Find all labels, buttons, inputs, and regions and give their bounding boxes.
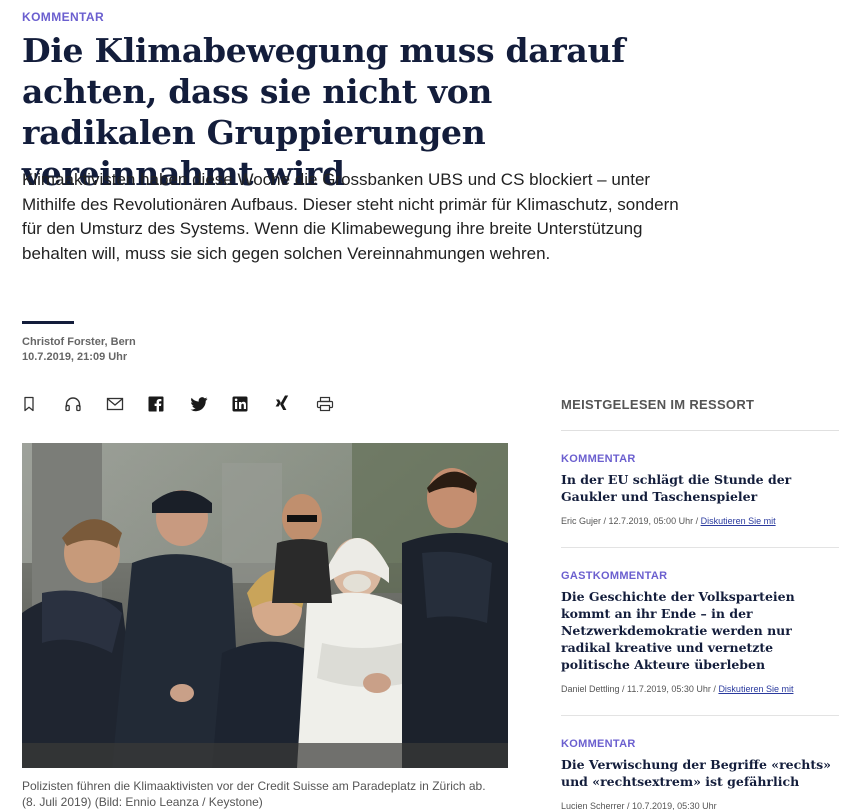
item-title-link[interactable]: Die Verwischung der Begriffe «rechts» un… (561, 756, 839, 790)
mail-icon[interactable] (106, 393, 148, 415)
item-byline: Lucien Scherrer / 10.7.2019, 05:30 Uhr (561, 801, 717, 810)
item-kicker: GASTKOMMENTAR (561, 570, 668, 582)
share-toolbar (22, 393, 358, 415)
twitter-icon[interactable] (190, 393, 232, 415)
article-lead: Klimaaktivisten haben diese Woche die Gr… (22, 170, 679, 263)
discuss-link[interactable]: Diskutieren Sie mit (718, 684, 793, 694)
police-arrest-photo (22, 443, 508, 768)
discuss-link[interactable]: Diskutieren Sie mit (701, 516, 776, 526)
article-date: 10.7.2019, 21:09 Uhr (22, 351, 128, 363)
photo-caption: Polizisten führen die Klimaaktivisten vo… (22, 779, 486, 809)
item-meta: Lucien Scherrer / 10.7.2019, 05:30 Uhr (561, 800, 839, 810)
list-item[interactable]: KOMMENTAR Die Verwischung der Begriffe «… (561, 716, 839, 810)
xing-icon[interactable] (274, 393, 316, 415)
most-read-sidebar: MEISTGELESEN IM RESSORT KOMMENTAR In der… (561, 397, 839, 810)
author-divider (22, 321, 74, 324)
facebook-icon[interactable] (148, 393, 190, 415)
list-item[interactable]: KOMMENTAR In der EU schlägt die Stunde d… (561, 431, 839, 548)
article-photo[interactable] (22, 443, 508, 768)
headphones-icon[interactable] (64, 393, 106, 415)
article-author[interactable]: Christof Forster, Bern (22, 336, 136, 348)
item-title-link[interactable]: Die Geschichte der Volksparteien kommt a… (561, 588, 839, 673)
item-kicker: KOMMENTAR (561, 453, 636, 465)
linkedin-icon[interactable] (232, 393, 274, 415)
item-meta: Daniel Dettling / 11.7.2019, 05:30 Uhr /… (561, 683, 839, 695)
print-icon[interactable] (316, 393, 358, 415)
item-title-link[interactable]: In der EU schlägt die Stunde der Gaukler… (561, 471, 839, 505)
article-kicker: KOMMENTAR (22, 10, 105, 24)
bookmark-icon[interactable] (22, 393, 64, 415)
list-item[interactable]: GASTKOMMENTAR Die Geschichte der Volkspa… (561, 548, 839, 716)
sidebar-title: MEISTGELESEN IM RESSORT (561, 397, 755, 412)
item-byline: Eric Gujer / 12.7.2019, 05:00 Uhr / (561, 516, 701, 526)
item-byline: Daniel Dettling / 11.7.2019, 05:30 Uhr / (561, 684, 719, 694)
item-meta: Eric Gujer / 12.7.2019, 05:00 Uhr / Disk… (561, 515, 839, 527)
item-kicker: KOMMENTAR (561, 738, 636, 750)
